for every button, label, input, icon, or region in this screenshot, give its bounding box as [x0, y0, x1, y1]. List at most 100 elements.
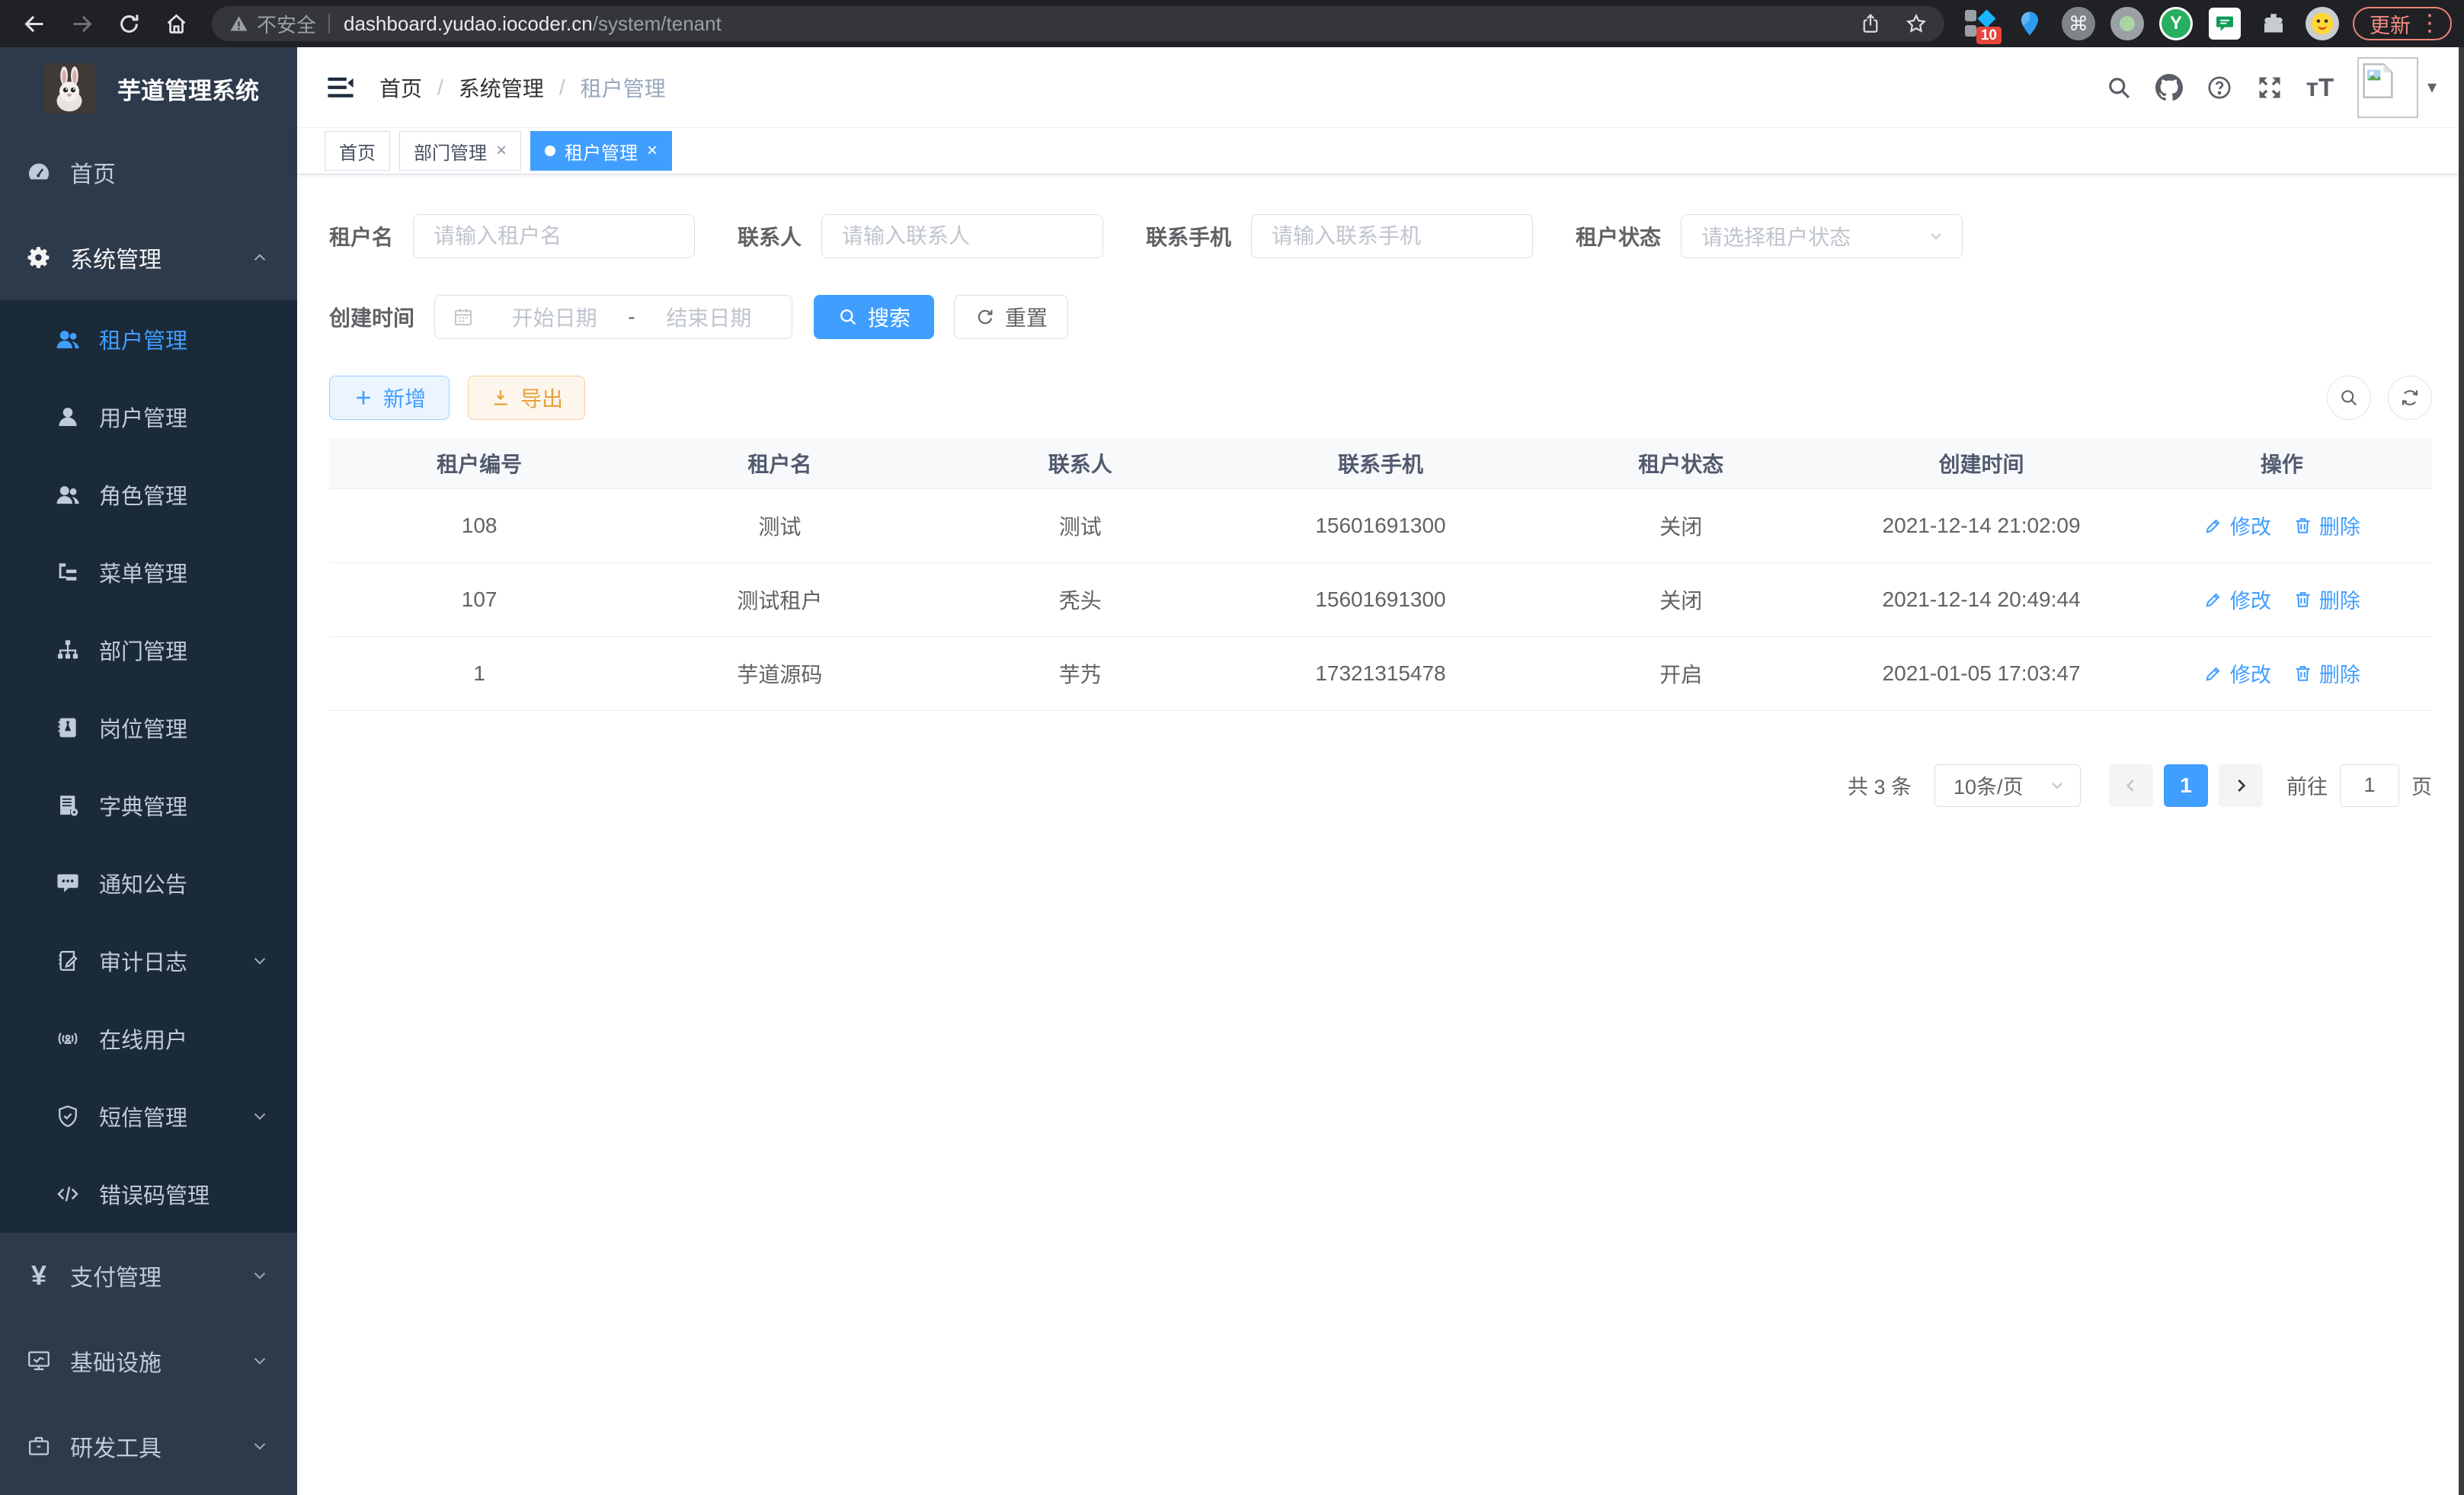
chevron-up-icon: [250, 248, 270, 267]
status-text: 关闭: [1531, 562, 1831, 636]
sidebar-item-home[interactable]: 首页: [0, 130, 297, 215]
edit-link[interactable]: 修改: [2203, 584, 2271, 614]
browser-back-button[interactable]: [11, 0, 58, 47]
sidebar-item-audit-log[interactable]: 审计日志: [0, 922, 297, 1000]
extension-y-icon[interactable]: Y: [2152, 0, 2200, 47]
sidebar-item-post[interactable]: 岗位管理: [0, 689, 297, 767]
chevron-down-icon: [250, 951, 270, 971]
user-icon: [55, 404, 81, 430]
tag-home[interactable]: 首页: [325, 131, 390, 171]
create-time-range-picker[interactable]: 开始日期 - 结束日期: [434, 295, 792, 339]
date-end-placeholder[interactable]: 结束日期: [643, 302, 775, 332]
page-number-1[interactable]: 1: [2164, 764, 2208, 807]
close-icon[interactable]: ×: [496, 142, 507, 160]
status-select[interactable]: 请选择租户状态: [1681, 214, 1963, 258]
window-edge: [2459, 47, 2464, 1495]
extension-record-icon[interactable]: [2103, 0, 2152, 47]
contact-label: 联系人: [738, 221, 802, 251]
fullscreen-button[interactable]: [2245, 47, 2295, 128]
docs-help-button[interactable]: [2194, 47, 2245, 128]
extension-command-icon[interactable]: ⌘: [2054, 0, 2103, 47]
home-icon: [164, 11, 189, 37]
sidebar-item-infrastructure[interactable]: 基础设施: [0, 1318, 297, 1404]
briefcase-icon: [26, 1433, 52, 1459]
goto-page-input[interactable]: [2340, 764, 2399, 807]
chevron-down-icon: [250, 1436, 270, 1456]
edit-link[interactable]: 修改: [2203, 511, 2271, 540]
edit-link[interactable]: 修改: [2203, 658, 2271, 688]
breadcrumb-home[interactable]: 首页: [379, 72, 422, 103]
delete-link[interactable]: 删除: [2293, 584, 2360, 614]
sidebar-item-error-code[interactable]: 错误码管理: [0, 1155, 297, 1233]
contact-input[interactable]: [821, 214, 1103, 258]
date-start-placeholder[interactable]: 开始日期: [488, 302, 620, 332]
security-label[interactable]: 不安全: [257, 10, 316, 38]
table-header-row: 租户编号 租户名 联系人 联系手机 租户状态 创建时间 操作: [329, 438, 2432, 488]
sidebar-item-label: 在线用户: [99, 1023, 187, 1055]
sidebar-item-online-users[interactable]: 在线用户: [0, 1000, 297, 1077]
dashboard-icon: [26, 159, 52, 185]
page-size-select[interactable]: 10条/页: [1934, 764, 2081, 807]
extension-chat-icon[interactable]: [2200, 0, 2249, 47]
sidebar-item-label: 系统管理: [70, 241, 162, 274]
close-icon[interactable]: ×: [647, 142, 658, 160]
next-page-button[interactable]: [2219, 764, 2263, 807]
sidebar-item-notice[interactable]: 通知公告: [0, 844, 297, 922]
reset-button[interactable]: 重置: [954, 295, 1068, 339]
sidebar-item-tenant[interactable]: 租户管理: [0, 300, 297, 378]
share-button[interactable]: [1859, 12, 1882, 35]
sidebar-item-dept[interactable]: 部门管理: [0, 611, 297, 689]
add-button[interactable]: 新增: [329, 376, 450, 420]
sidebar-item-user[interactable]: 用户管理: [0, 378, 297, 456]
font-size-button[interactable]: тT: [2295, 47, 2345, 128]
url-text[interactable]: dashboard.yudao.iocoder.cn/system/tenant: [344, 12, 722, 36]
sidebar-item-dict[interactable]: 字典管理: [0, 767, 297, 844]
sidebar-collapse-button[interactable]: [325, 72, 357, 104]
phone-input[interactable]: [1251, 214, 1533, 258]
browser-home-button[interactable]: [152, 0, 200, 47]
avatar[interactable]: [2357, 57, 2418, 118]
search-button[interactable]: 搜索: [814, 295, 934, 339]
bookmark-star-button[interactable]: [1905, 12, 1928, 35]
browser-reload-button[interactable]: [105, 0, 152, 47]
tag-dept[interactable]: 部门管理 ×: [399, 131, 521, 171]
extension-puzzle-icon[interactable]: [2249, 0, 2298, 47]
address-bar[interactable]: 不安全 dashboard.yudao.iocoder.cn/system/te…: [212, 6, 1944, 41]
breadcrumb-separator: /: [559, 75, 565, 100]
browser-forward-button[interactable]: [58, 0, 105, 47]
delete-link[interactable]: 删除: [2293, 511, 2360, 540]
sidebar-item-sms[interactable]: 短信管理: [0, 1077, 297, 1155]
toggle-search-button[interactable]: [2327, 376, 2371, 420]
header-search-button[interactable]: [2094, 47, 2144, 128]
tenant-name-input[interactable]: [413, 214, 695, 258]
top-navbar: 首页 / 系统管理 / 租户管理: [297, 47, 2464, 128]
extension-emoji-icon[interactable]: [2298, 0, 2347, 47]
prev-page-button[interactable]: [2109, 764, 2153, 807]
sidebar-item-system[interactable]: 系统管理: [0, 215, 297, 300]
refresh-table-button[interactable]: [2388, 376, 2432, 420]
delete-link[interactable]: 删除: [2293, 658, 2360, 688]
breadcrumb-system[interactable]: 系统管理: [459, 72, 544, 103]
sidebar-item-payment[interactable]: ¥ 支付管理: [0, 1233, 297, 1318]
extension-badge: 10: [1976, 27, 2002, 44]
sidebar-submenu-system: 租户管理 用户管理 角色管理: [0, 300, 297, 1233]
avatar-caret-icon[interactable]: ▾: [2427, 76, 2437, 98]
page-content: 租户名 联系人 联系手机 租户状态 请选择租户状态: [297, 174, 2464, 1495]
sidebar-item-dev-tools[interactable]: 研发工具: [0, 1404, 297, 1489]
app-logo-row[interactable]: 芋道管理系统: [0, 47, 297, 130]
address-divider: [328, 14, 330, 34]
sidebar-item-role[interactable]: 角色管理: [0, 456, 297, 533]
export-button[interactable]: 导出: [468, 376, 585, 420]
extension-pin-icon[interactable]: [2005, 0, 2054, 47]
monitor-icon: [26, 1348, 52, 1374]
sidebar-item-label: 首页: [70, 155, 116, 189]
browser-update-button[interactable]: 更新 ⋮: [2353, 7, 2452, 40]
github-button[interactable]: [2144, 47, 2194, 128]
sidebar-item-label: 错误码管理: [99, 1178, 210, 1210]
browser-menu-icon[interactable]: ⋮: [2418, 12, 2441, 35]
sidebar-item-menu[interactable]: 菜单管理: [0, 533, 297, 611]
sidebar-item-label: 部门管理: [99, 634, 187, 666]
calendar-icon: [452, 306, 475, 328]
tag-tenant-active[interactable]: 租户管理 ×: [530, 131, 672, 171]
extension-tabs-icon[interactable]: 10: [1957, 0, 2005, 47]
